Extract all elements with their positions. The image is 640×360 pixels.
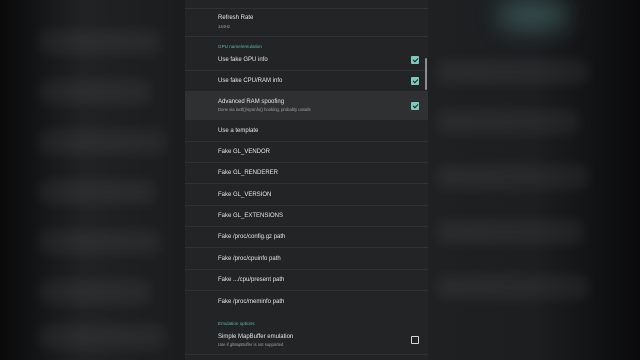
fake-gpu-info-item[interactable]: Use fake GPU info xyxy=(185,50,428,71)
cpu-present-title: Fake .../cpu/present path xyxy=(218,277,285,283)
gpu-section-header: GPU name/emulation xyxy=(218,44,262,49)
blurred-row xyxy=(438,60,588,84)
gl-extensions-item[interactable]: Fake GL_EXTENSIONS xyxy=(185,206,428,227)
blurred-row xyxy=(40,130,165,154)
refresh-rate-item[interactable]: Refresh Rate 144Hz xyxy=(185,9,428,37)
blurred-row xyxy=(438,110,578,134)
divider xyxy=(185,354,428,355)
gl-renderer-title: Fake GL_RENDERER xyxy=(218,170,279,176)
mapbuffer-checkbox[interactable] xyxy=(411,336,419,344)
fake-gpu-info-title: Use fake GPU info xyxy=(218,57,268,63)
ram-spoofing-summary: Done via ioctl()/sysinfo() hooking, prob… xyxy=(218,107,311,112)
config-gz-item[interactable]: Fake /proc/config.gz path xyxy=(185,227,428,248)
blurred-row xyxy=(40,30,160,54)
cpuinfo-item[interactable]: Fake /proc/cpuinfo path xyxy=(185,248,428,270)
blurred-row xyxy=(438,275,588,299)
blurred-row xyxy=(438,165,588,189)
use-template-item[interactable]: Use a template xyxy=(185,120,428,142)
refresh-rate-title: Refresh Rate xyxy=(218,15,254,21)
gl-version-item[interactable]: Fake GL_VERSION xyxy=(185,184,428,206)
fake-cpu-ram-title: Use fake CPU/RAM info xyxy=(218,78,283,84)
cpuinfo-title: Fake /proc/cpuinfo path xyxy=(218,256,281,262)
gl-extensions-title: Fake GL_EXTENSIONS xyxy=(218,213,284,219)
gl-vendor-item[interactable]: Fake GL_VENDOR xyxy=(185,142,428,163)
gl-renderer-item[interactable]: Fake GL_RENDERER xyxy=(185,163,428,184)
blurred-background-left xyxy=(0,0,185,360)
blurred-row xyxy=(40,230,160,254)
blurred-row xyxy=(40,280,150,304)
mapbuffer-item[interactable]: Simple MapBuffer emulation Use if glMapB… xyxy=(185,328,428,354)
fake-cpu-ram-checkbox[interactable] xyxy=(411,77,419,85)
config-gz-title: Fake /proc/config.gz path xyxy=(218,234,286,240)
scrollbar[interactable] xyxy=(425,58,427,90)
mapbuffer-title: Simple MapBuffer emulation xyxy=(218,334,294,340)
gl-version-title: Fake GL_VERSION xyxy=(218,192,272,198)
mapbuffer-summary: Use if glMapBuffer is not supported xyxy=(218,342,284,347)
emulation-section-header: Emulation options xyxy=(218,321,255,326)
blurred-row xyxy=(40,325,165,349)
blurred-row xyxy=(40,80,150,104)
meminfo-item[interactable]: Fake /proc/meminfo path xyxy=(185,291,428,314)
blurred-row xyxy=(40,180,155,204)
cpu-present-item[interactable]: Fake .../cpu/present path xyxy=(185,270,428,291)
meminfo-title: Fake /proc/meminfo path xyxy=(218,299,285,305)
blurred-background-right xyxy=(428,0,640,360)
ram-spoofing-title: Advanced RAM spoofing xyxy=(218,99,285,105)
fake-cpu-ram-item[interactable]: Use fake CPU/RAM info xyxy=(185,71,428,92)
ram-spoofing-checkbox[interactable] xyxy=(411,102,419,110)
refresh-rate-summary: 144Hz xyxy=(218,24,231,29)
blurred-row xyxy=(438,220,583,244)
blurred-glow xyxy=(498,0,568,30)
settings-screen: Refresh Rate 144Hz GPU name/emulation Us… xyxy=(185,0,428,360)
gl-vendor-title: Fake GL_VENDOR xyxy=(218,149,271,155)
fake-gpu-info-checkbox[interactable] xyxy=(411,56,419,64)
ram-spoofing-item[interactable]: Advanced RAM spoofing Done via ioctl()/s… xyxy=(185,92,428,120)
use-template-title: Use a template xyxy=(218,128,259,134)
